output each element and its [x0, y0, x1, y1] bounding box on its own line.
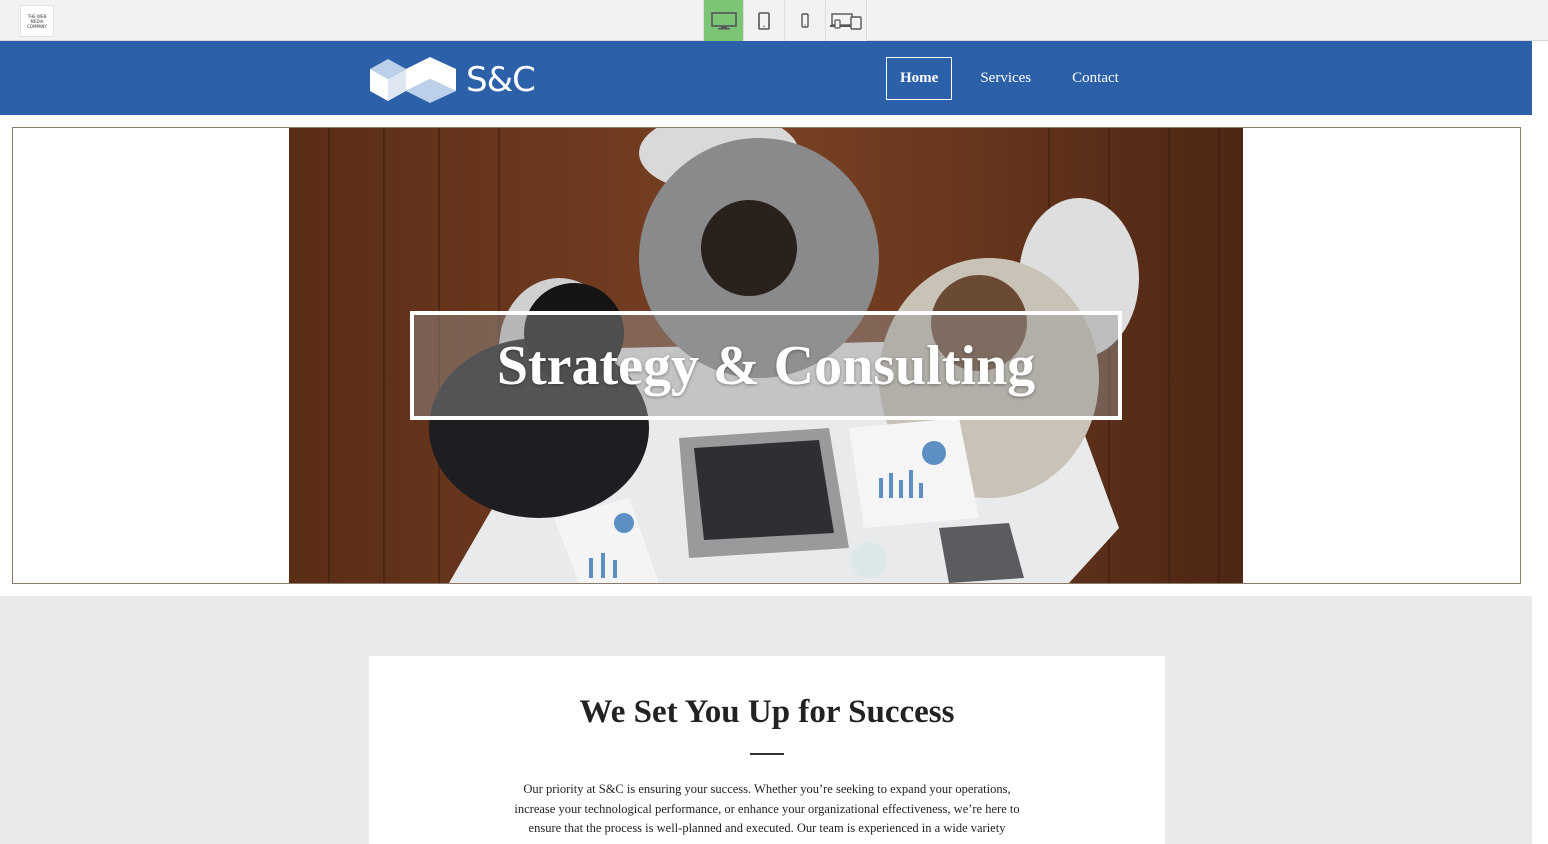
intro-body: Our priority at S&C is ensuring your suc… [514, 782, 1020, 835]
brand-name: S&C [466, 60, 536, 100]
tablet-view-button[interactable] [744, 0, 785, 41]
main-nav: Home Services Contact [886, 57, 1147, 100]
editor-logo[interactable]: THE WEB MEDIA COMPANY [20, 5, 54, 37]
editor-toolbar: THE WEB MEDIA COMPANY [0, 0, 1548, 41]
intro-heading: We Set You Up for Success [579, 694, 955, 730]
tablet-icon [758, 11, 770, 30]
responsive-view-button[interactable] [826, 0, 867, 41]
hero-title: Strategy & Consulting [496, 334, 1036, 397]
nav-contact[interactable]: Contact [1059, 57, 1132, 100]
multi-device-icon [830, 12, 862, 30]
intro-section: We Set You Up for Success Our priority a… [0, 596, 1532, 844]
cube-logo-icon [370, 57, 456, 103]
desktop-icon [710, 11, 737, 29]
mobile-view-button[interactable] [785, 0, 826, 41]
device-preview-switcher [703, 0, 867, 41]
nav-services[interactable]: Services [967, 57, 1044, 100]
intro-card: We Set You Up for Success Our priority a… [369, 656, 1165, 844]
site-header: S&C Home Services Contact [0, 41, 1532, 115]
nav-home[interactable]: Home [886, 57, 953, 100]
hero-title-box: Strategy & Consulting [410, 311, 1122, 420]
heading-divider [750, 753, 784, 755]
mobile-icon [801, 12, 809, 28]
page-gutter [1532, 41, 1548, 844]
desktop-view-button[interactable] [703, 0, 744, 41]
brand-logo[interactable]: S&C [368, 55, 536, 105]
editor-logo-text: THE WEB MEDIA COMPANY [27, 13, 47, 29]
